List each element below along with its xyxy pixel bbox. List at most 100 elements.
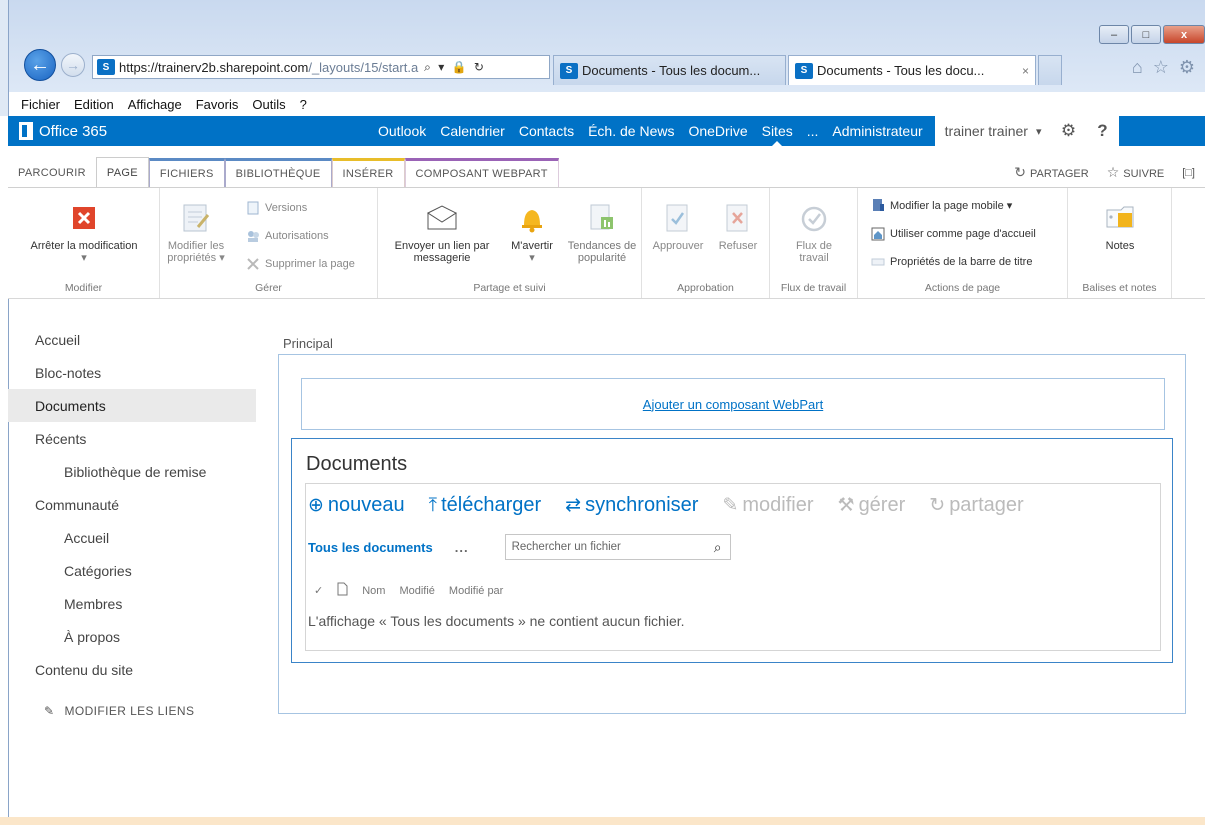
set-homepage-button[interactable]: Utiliser comme page d'accueil — [871, 227, 1036, 241]
nav-item-communaute[interactable]: Communauté — [8, 488, 256, 521]
address-controls[interactable]: ⌕ ▾ 🔒 ↻ — [424, 60, 486, 75]
settings-gear-icon[interactable]: ⚙ — [1051, 116, 1086, 146]
user-menu[interactable]: trainer trainer ▾ — [934, 116, 1052, 146]
help-icon[interactable]: ? — [1085, 116, 1120, 146]
home-page-icon — [871, 227, 885, 241]
search-icon[interactable]: ⌕ — [714, 539, 722, 556]
nav-item-accueil[interactable]: Accueil — [8, 323, 256, 356]
column-name[interactable]: Nom — [362, 585, 385, 597]
nav-item-categories[interactable]: Catégories — [8, 554, 256, 587]
titlebar-properties-button[interactable]: Propriétés de la barre de titre — [871, 255, 1032, 269]
suite-link-contacts[interactable]: Contacts — [519, 123, 574, 139]
group-label: Partage et suivi — [473, 282, 546, 294]
tab-parcourir[interactable]: PARCOURIR — [8, 158, 96, 187]
tab-fichiers[interactable]: FICHIERS — [148, 158, 225, 187]
sync-button[interactable]: ⇄ synchroniser — [565, 494, 698, 517]
more-views-button[interactable]: ... — [455, 540, 469, 555]
approve-button[interactable]: Approuver — [648, 202, 708, 252]
group-label: Actions de page — [924, 282, 1001, 294]
home-icon[interactable]: ⌂ — [1132, 57, 1143, 78]
column-modified-by[interactable]: Modifié par — [449, 585, 503, 597]
share-doc-button[interactable]: ↻ partager — [929, 494, 1023, 517]
notes-button[interactable]: Notes — [1078, 202, 1162, 252]
versions-button[interactable]: Versions — [246, 201, 307, 215]
nav-item-recents[interactable]: Récents — [8, 422, 256, 455]
suite-link-outlook[interactable]: Outlook — [378, 123, 426, 139]
nav-item-bloc-notes[interactable]: Bloc-notes — [8, 356, 256, 389]
reject-button[interactable]: Refuser — [710, 202, 766, 252]
suite-link-calendrier[interactable]: Calendrier — [440, 123, 505, 139]
permissions-button[interactable]: Autorisations — [246, 229, 329, 243]
star-icon[interactable]: ☆ — [1153, 57, 1169, 78]
menu-help[interactable]: ? — [300, 97, 307, 112]
page-bottom-edge — [0, 817, 1205, 825]
column-modified[interactable]: Modifié — [399, 585, 434, 597]
delete-page-button[interactable]: Supprimer la page — [246, 257, 355, 271]
new-document-button[interactable]: ⊕ nouveau — [308, 494, 405, 517]
browser-tab[interactable]: S Documents - Tous les docum... — [553, 55, 786, 85]
address-bar[interactable]: S https://trainerv2b.sharepoint.com/_lay… — [92, 55, 550, 79]
focus-button[interactable]: [□] — [1182, 167, 1195, 179]
tab-bibliotheque[interactable]: BIBLIOTHÈQUE — [224, 158, 332, 187]
workflow-label-1: Flux de — [795, 240, 833, 252]
edit-links-button[interactable]: ✎ MODIFIER LES LIENS — [8, 700, 256, 722]
tab-page[interactable]: PAGE — [95, 157, 149, 187]
office365-brand[interactable]: Office 365 — [8, 122, 378, 140]
suite-link-admin[interactable]: Administrateur — [832, 123, 922, 139]
browser-tab-active[interactable]: S Documents - Tous les docu... × — [788, 55, 1036, 85]
follow-button[interactable]: ☆ SUIVRE — [1107, 164, 1165, 181]
suite-link-more[interactable]: ... — [807, 123, 819, 139]
nav-item-contenu-site[interactable]: Contenu du site — [8, 653, 256, 686]
notes-icon — [1104, 202, 1136, 234]
suite-link-onedrive[interactable]: OneDrive — [688, 123, 747, 139]
select-all-checkbox[interactable]: ✓ — [314, 584, 323, 597]
edit-button[interactable]: ✎ modifier — [722, 494, 813, 517]
tab-composant-webpart[interactable]: COMPOSANT WEBPART — [404, 158, 559, 187]
reject-label: Refuser — [718, 240, 758, 252]
alert-me-button[interactable]: M'avertir ▾ — [502, 202, 562, 264]
new-tab-button[interactable] — [1038, 55, 1062, 85]
suite-link-news[interactable]: Éch. de News — [588, 123, 674, 139]
workflow-button[interactable]: Flux de travail — [776, 202, 852, 264]
share-button[interactable]: ↻ PARTAGER — [1014, 164, 1088, 181]
manage-button[interactable]: ⚒ gérer — [838, 494, 906, 517]
view-all-documents[interactable]: Tous les documents — [308, 540, 433, 555]
menu-fichier[interactable]: Fichier — [21, 97, 60, 112]
trends-label-2: popularité — [577, 252, 627, 264]
back-button[interactable]: ← — [24, 49, 56, 81]
popularity-trends-button[interactable]: Tendances de popularité — [564, 202, 640, 264]
nav-item-communaute-accueil[interactable]: Accueil — [8, 521, 256, 554]
menu-outils[interactable]: Outils — [252, 97, 285, 112]
minimize-button[interactable]: – — [1099, 25, 1129, 44]
new-label: nouveau — [327, 494, 405, 516]
gear-icon[interactable]: ⚙ — [1179, 57, 1195, 78]
send-link-button[interactable]: Envoyer un lien par messagerie — [386, 202, 498, 264]
nav-item-bibliotheque-remise[interactable]: Bibliothèque de remise — [8, 455, 256, 488]
nav-item-a-propos[interactable]: À propos — [8, 620, 256, 653]
close-tab-icon[interactable]: × — [1022, 64, 1029, 78]
share-icon: ↻ — [1014, 164, 1027, 180]
menu-edition[interactable]: Edition — [74, 97, 114, 112]
titlebar-properties-label: Propriétés de la barre de titre — [890, 256, 1033, 268]
webpart-title[interactable]: Documents — [306, 453, 407, 476]
add-webpart-link[interactable]: Ajouter un composant WebPart — [301, 378, 1165, 430]
envelope-icon — [426, 202, 458, 234]
forward-button[interactable]: → — [61, 53, 85, 77]
group-label: Balises et notes — [1082, 282, 1157, 294]
maximize-button[interactable]: □ — [1131, 25, 1161, 44]
nav-item-membres[interactable]: Membres — [8, 587, 256, 620]
group-gerer: Modifier les propriétés ▾ Versions Autor… — [160, 188, 378, 298]
edit-mobile-page-button[interactable]: Modifier la page mobile ▾ — [871, 198, 1012, 212]
file-search-box[interactable]: Rechercher un fichier ⌕ — [504, 534, 731, 560]
tab-inserer[interactable]: INSÉRER — [331, 158, 405, 187]
edit-properties-button[interactable]: Modifier les propriétés ▾ — [166, 202, 226, 264]
nav-item-documents[interactable]: Documents — [8, 389, 256, 422]
close-window-button[interactable]: x — [1163, 25, 1205, 44]
stop-edit-button[interactable]: Arrêter la modification ▾ — [16, 202, 152, 264]
menu-favoris[interactable]: Favoris — [196, 97, 239, 112]
alert-me-caret: ▾ — [529, 252, 535, 264]
upload-button[interactable]: ⤒ télécharger — [429, 494, 541, 517]
suite-link-sites[interactable]: Sites — [762, 123, 793, 147]
edit-properties-label-1: Modifier les — [167, 240, 225, 252]
menu-affichage[interactable]: Affichage — [128, 97, 182, 112]
